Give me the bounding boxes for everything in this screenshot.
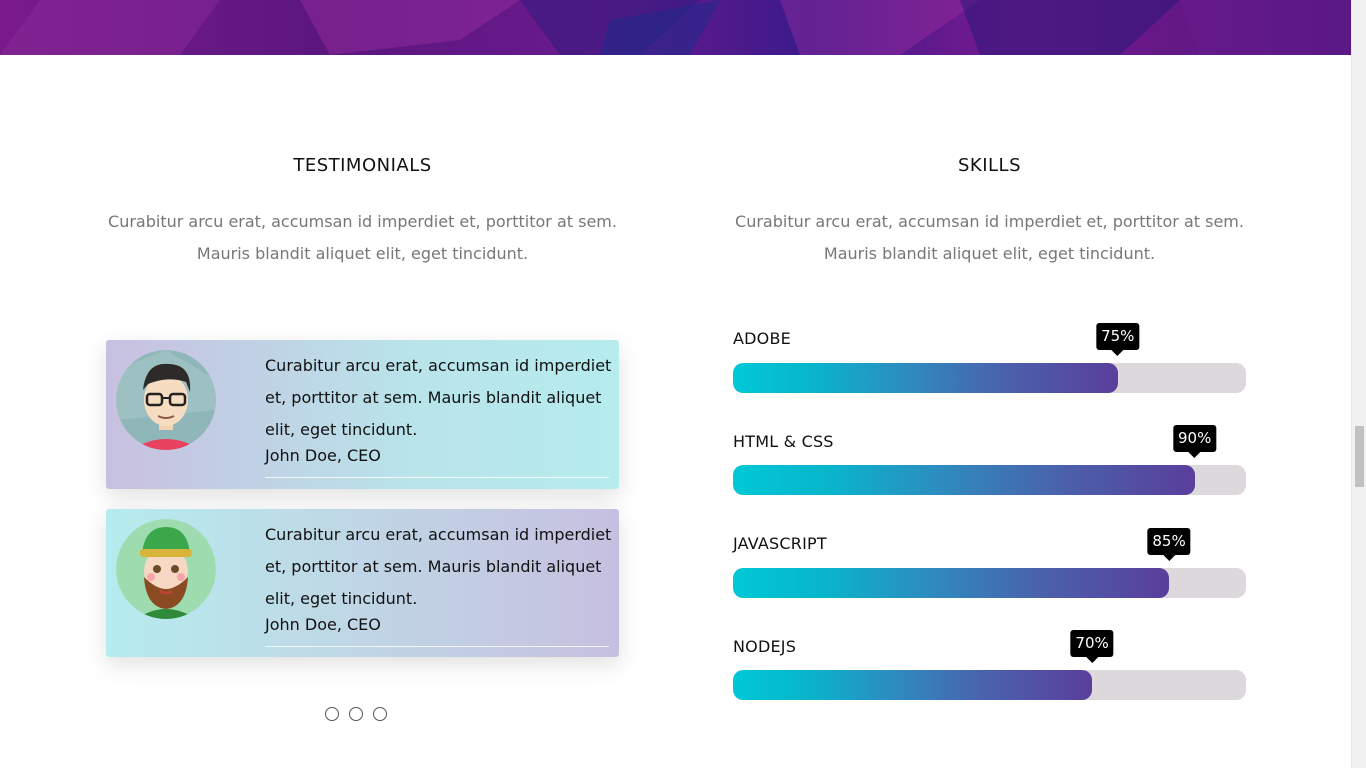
divider xyxy=(265,477,609,478)
skill-label: ADOBE xyxy=(733,329,791,348)
skill-progress-fill xyxy=(733,363,1118,393)
carousel-dot[interactable] xyxy=(349,707,363,721)
testimonials-desc-line-1: Curabitur arcu erat, accumsan id imperdi… xyxy=(108,212,617,231)
testimonials-title: TESTIMONIALS xyxy=(293,155,432,176)
skill-label: NODEJS xyxy=(733,637,797,656)
skill-label: JAVASCRIPT xyxy=(733,534,827,553)
polygon-background xyxy=(0,0,1351,55)
testimonial-quote: Curabitur arcu erat, accumsan id imperdi… xyxy=(265,525,612,608)
skill-progress-track xyxy=(733,568,1246,598)
skills-desc-line-2: Mauris blandit aliquet elit, eget tincid… xyxy=(823,244,1156,263)
skills-desc-line-1: Curabitur arcu erat, accumsan id imperdi… xyxy=(735,212,1244,231)
skill-percent-tooltip: 75% xyxy=(1096,323,1140,356)
testimonial-quote: Curabitur arcu erat, accumsan id imperdi… xyxy=(265,356,612,439)
skills-description: Curabitur arcu erat, accumsan id imperdi… xyxy=(733,206,1246,270)
carousel-dot[interactable] xyxy=(325,707,339,721)
skill-label: HTML & CSS xyxy=(733,432,834,451)
man-with-glasses-avatar-icon xyxy=(116,350,216,450)
skill-progress-track xyxy=(733,465,1246,495)
bearded-man-green-hat-avatar-icon xyxy=(116,519,216,619)
carousel-dot[interactable] xyxy=(373,707,387,721)
skill-percent-tooltip: 85% xyxy=(1147,528,1191,561)
skill-progress-fill xyxy=(733,568,1170,598)
carousel-pagination xyxy=(325,707,387,721)
hero-banner-bottom-edge xyxy=(0,0,1351,55)
skill-percent-tooltip: 70% xyxy=(1070,630,1114,663)
testimonial-author: John Doe, CEO xyxy=(265,446,381,465)
testimonials-desc-line-2: Mauris blandit aliquet elit, eget tincid… xyxy=(196,244,529,263)
testimonial-card: Curabitur arcu erat, accumsan id imperdi… xyxy=(106,509,619,657)
testimonials-description: Curabitur arcu erat, accumsan id imperdi… xyxy=(106,206,619,270)
skills-title: SKILLS xyxy=(957,155,1022,176)
skill-percent-tooltip: 90% xyxy=(1173,425,1217,458)
page-scrollbar[interactable] xyxy=(1351,0,1366,768)
testimonial-card: Curabitur arcu erat, accumsan id imperdi… xyxy=(106,340,619,489)
skill-progress-fill xyxy=(733,670,1093,700)
scrollbar-thumb[interactable] xyxy=(1355,426,1364,487)
testimonial-author: John Doe, CEO xyxy=(265,615,381,634)
skill-progress-fill xyxy=(733,465,1195,495)
skill-progress-track xyxy=(733,670,1246,700)
divider xyxy=(265,646,609,647)
skill-progress-track xyxy=(733,363,1246,393)
